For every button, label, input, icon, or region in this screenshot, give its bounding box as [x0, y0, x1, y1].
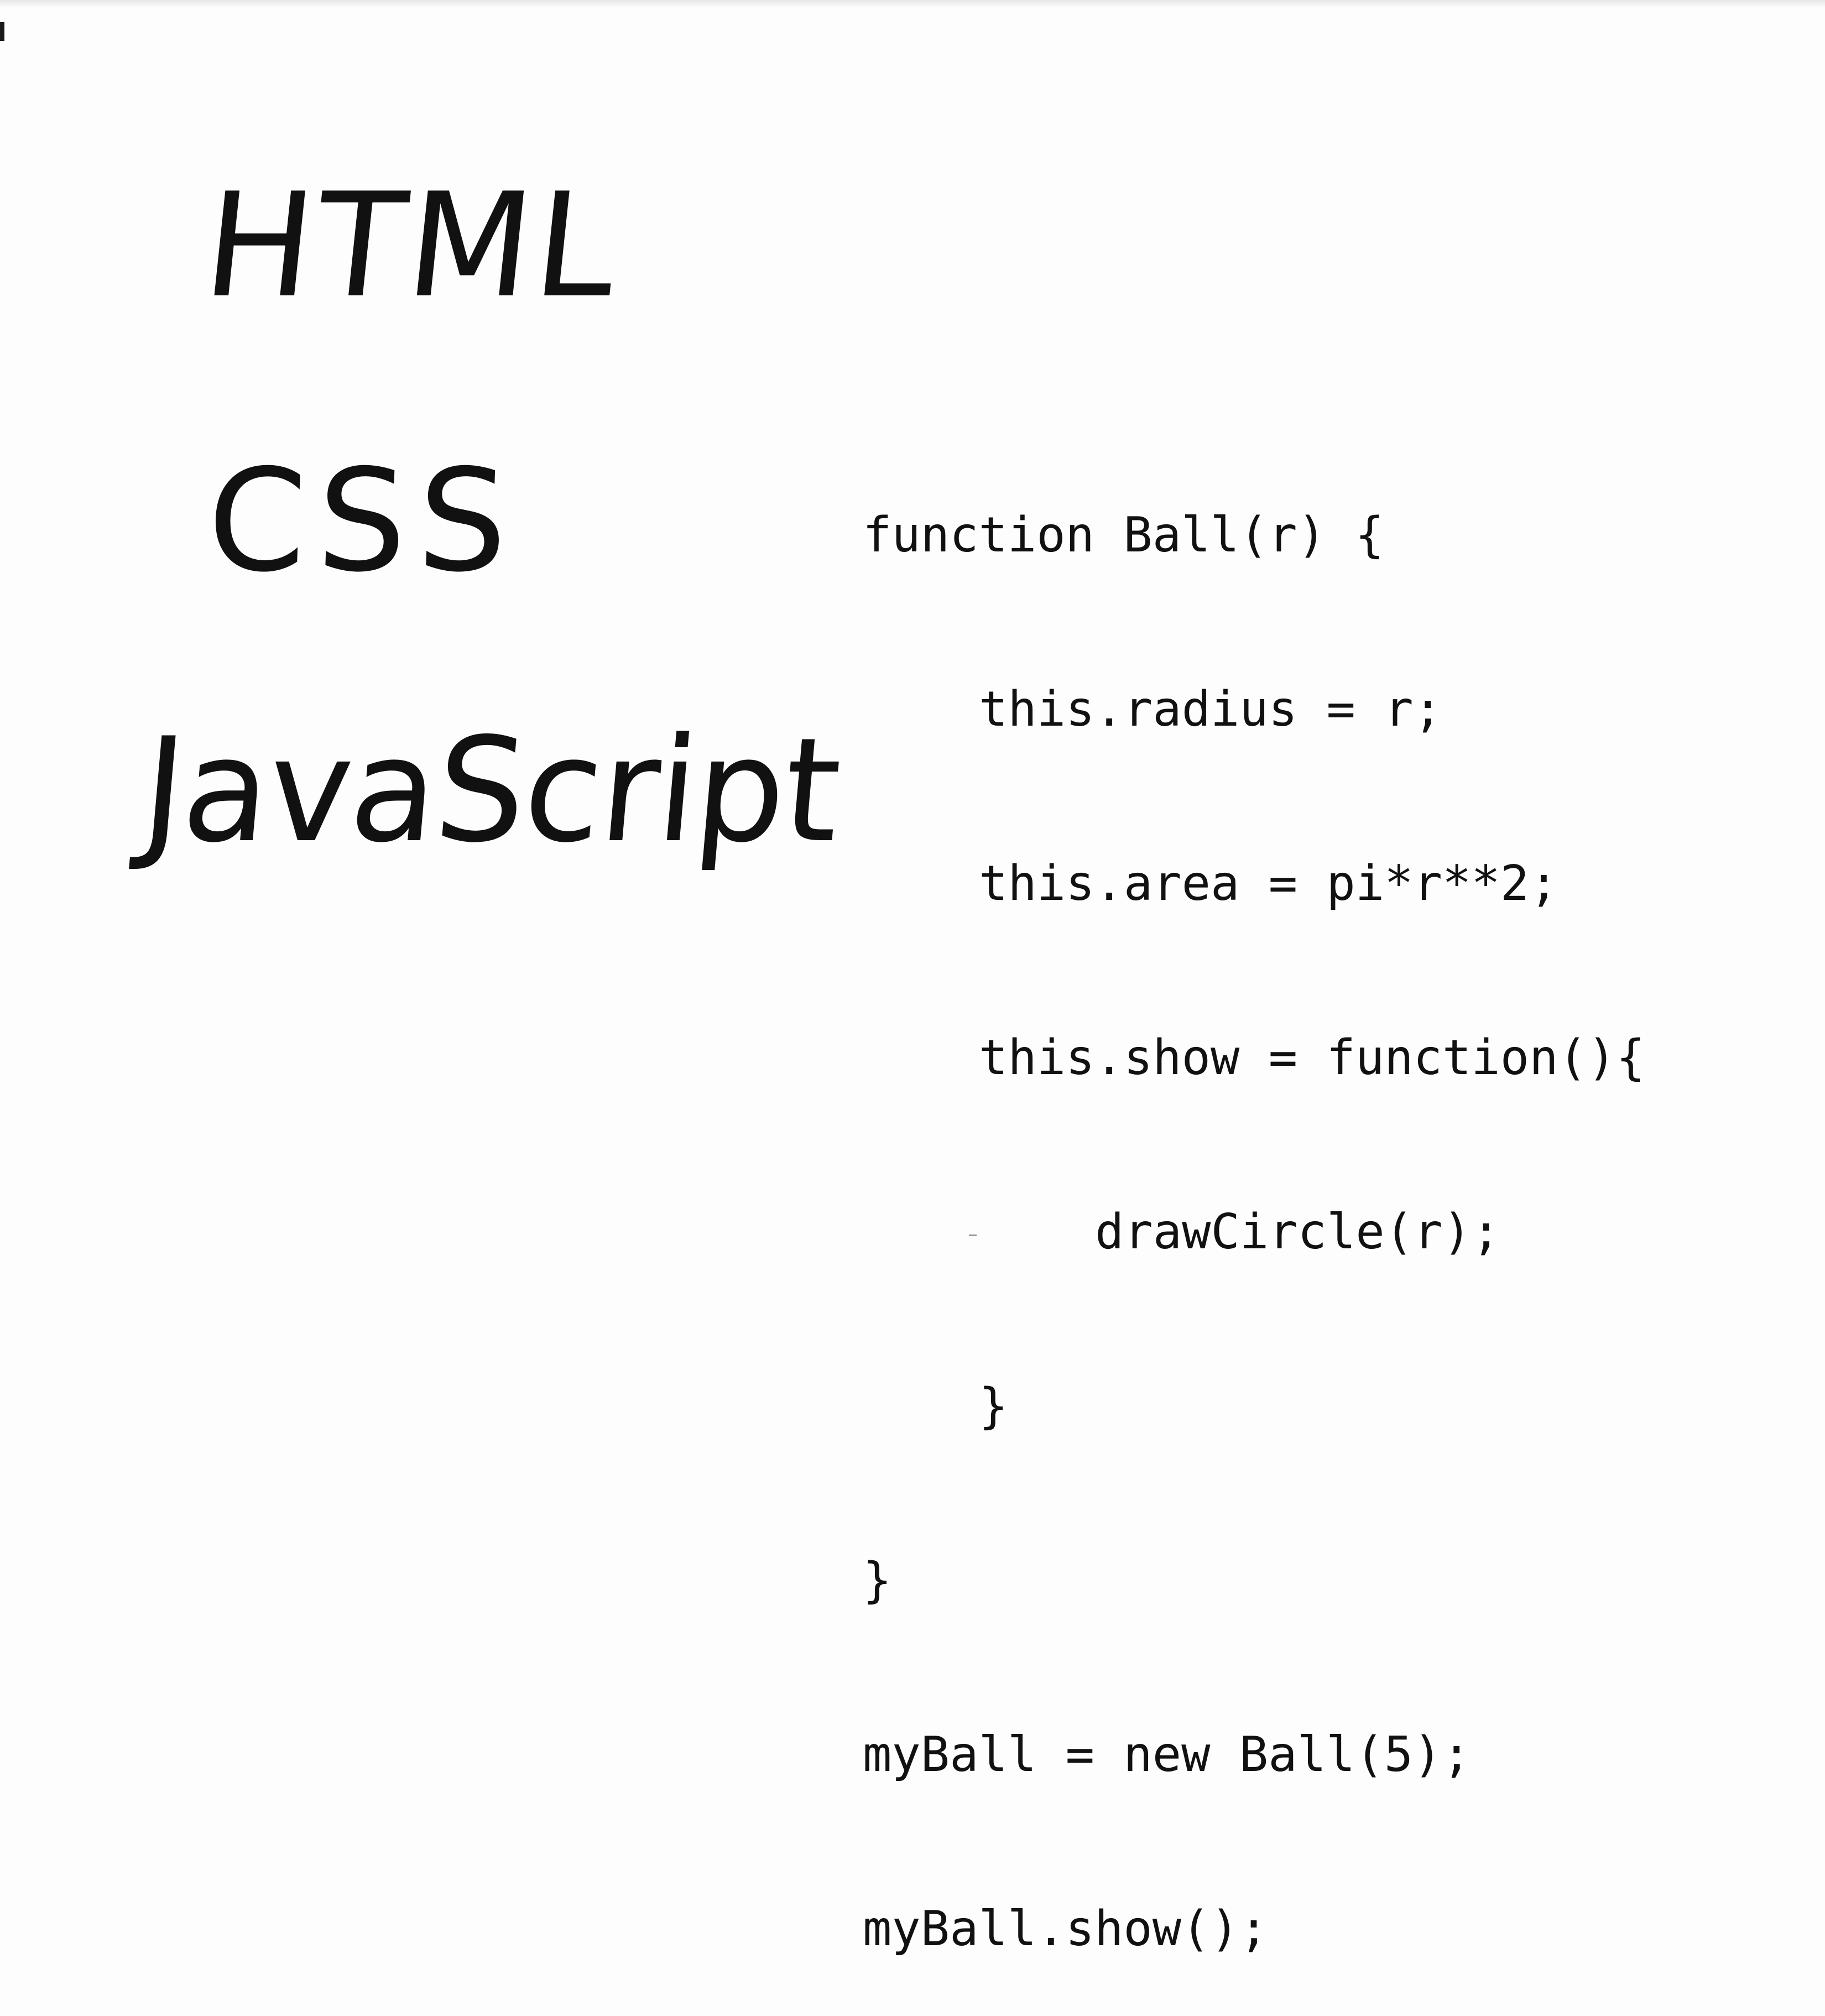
scan-corner-mark	[0, 22, 4, 41]
handwritten-javascript-label: JavaScript	[135, 707, 846, 874]
code-line-new-ball: myBall = new Ball(5);	[863, 1726, 1471, 1783]
code-snippet: function Ball(r) { this.radius = r; this…	[863, 390, 1645, 2016]
code-line-inner-close-brace: }	[979, 1378, 1008, 1434]
handwritten-html-label: HTML	[196, 163, 628, 330]
code-line-outer-close-brace: }	[863, 1552, 892, 1608]
code-line-show: this.show = function(){	[979, 1029, 1645, 1086]
code-line-show-call: myBall.show();	[863, 1900, 1269, 1957]
code-line-area: this.area = pi*r**2;	[979, 855, 1558, 911]
code-line-function-declaration: function Ball(r) {	[863, 507, 1384, 563]
scan-top-edge	[0, 0, 1825, 8]
code-line-draw-circle: drawCircle(r);	[1095, 1204, 1501, 1260]
scan-speck	[969, 1234, 977, 1236]
code-line-radius: this.radius = r;	[979, 681, 1443, 737]
handwritten-css-label: CSS	[205, 439, 522, 603]
